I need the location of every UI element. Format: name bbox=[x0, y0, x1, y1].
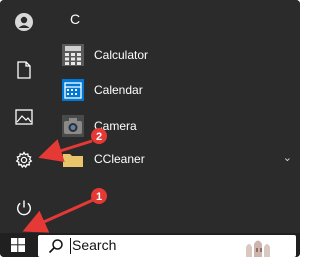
taskbar: Search bbox=[0, 233, 300, 257]
chevron-down-icon[interactable]: ⌄ bbox=[283, 151, 292, 164]
document-icon bbox=[17, 61, 31, 79]
start-menu-rail bbox=[0, 0, 48, 233]
settings-icon bbox=[15, 151, 33, 169]
app-label: Camera bbox=[94, 119, 137, 133]
search-highlight-image-icon bbox=[234, 235, 290, 257]
app-item-calculator[interactable]: Calculator bbox=[62, 40, 294, 70]
search-input[interactable]: Search bbox=[38, 235, 296, 257]
power-button[interactable] bbox=[0, 188, 48, 228]
user-account-button[interactable] bbox=[0, 2, 48, 42]
app-list: C Calculator Calendar Camera CCleaner ⌄ bbox=[48, 0, 300, 233]
app-label: CCleaner bbox=[94, 152, 145, 166]
power-icon bbox=[17, 200, 31, 216]
start-menu-window: C Calculator Calendar Camera CCleaner ⌄ … bbox=[0, 0, 300, 257]
windows-logo-icon bbox=[11, 238, 25, 252]
app-item-camera[interactable]: Camera bbox=[62, 111, 294, 141]
user-icon bbox=[15, 13, 33, 31]
documents-button[interactable] bbox=[0, 50, 48, 90]
calendar-icon bbox=[62, 79, 84, 101]
settings-button[interactable] bbox=[0, 140, 48, 180]
folder-icon bbox=[62, 148, 84, 170]
calculator-icon bbox=[62, 44, 84, 66]
camera-icon bbox=[62, 115, 84, 137]
search-placeholder: Search bbox=[72, 237, 117, 253]
section-letter-header[interactable]: C bbox=[70, 11, 80, 27]
pictures-button[interactable] bbox=[0, 97, 48, 137]
app-item-ccleaner[interactable]: CCleaner bbox=[62, 144, 294, 174]
app-item-calendar[interactable]: Calendar bbox=[62, 75, 294, 105]
search-icon bbox=[48, 239, 63, 254]
pictures-icon bbox=[15, 109, 33, 125]
start-button[interactable] bbox=[0, 233, 36, 257]
app-label: Calendar bbox=[94, 83, 143, 97]
app-label: Calculator bbox=[94, 48, 149, 62]
text-caret bbox=[70, 238, 71, 254]
